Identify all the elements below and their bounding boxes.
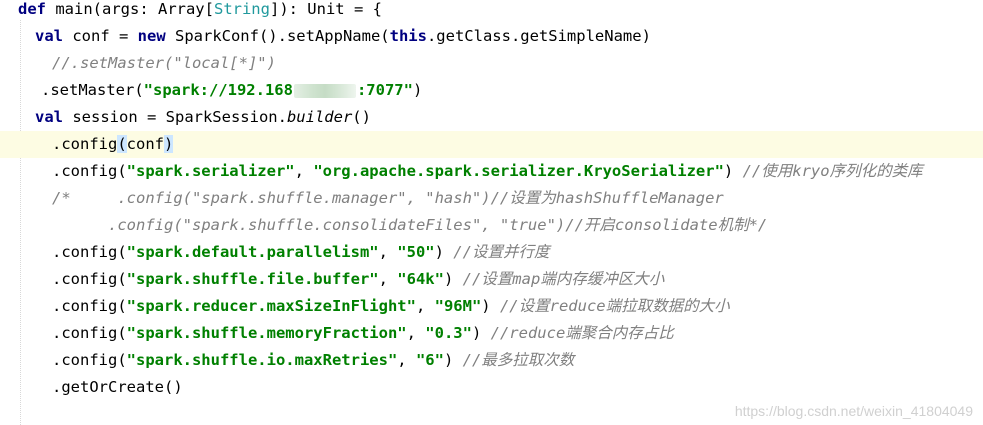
code-text: SparkConf().setAppName(: [165, 27, 390, 45]
val-keyword: val: [35, 27, 63, 45]
string-literal: :7077": [356, 81, 413, 99]
code-text: conf =: [63, 27, 138, 45]
code-text: ): [412, 81, 423, 99]
code-text: .config(: [52, 297, 127, 315]
signature-text: main(args: Array[: [46, 0, 214, 18]
config-value: "96M": [434, 297, 482, 315]
code-line-3[interactable]: //.setMaster("local[*]"): [0, 50, 983, 77]
config-key: "spark.shuffle.file.buffer": [126, 270, 379, 288]
watermark: https://blog.csdn.net/weixin_41804049: [734, 403, 973, 419]
code-line-12[interactable]: .config("spark.reducer.maxSizeInFlight",…: [0, 293, 983, 320]
config-value: "org.apache.spark.serializer.KryoSeriali…: [313, 162, 724, 180]
code-text: ): [443, 270, 463, 288]
code-text: session = SparkSession.: [63, 108, 287, 126]
code-line-1[interactable]: def main(args: Array[String]): Unit = {: [0, 0, 983, 23]
val-keyword: val: [35, 108, 63, 126]
line-comment: //reduce端聚合内存占比: [490, 324, 674, 342]
code-line-7[interactable]: .config("spark.serializer", "org.apache.…: [0, 158, 983, 185]
code-text: .config(: [52, 324, 127, 342]
matched-bracket-open: (: [117, 135, 127, 153]
code-line-4[interactable]: .setMaster("spark://192.168 :7077"): [0, 77, 983, 104]
line-comment: //最多拉取次数: [462, 351, 575, 369]
code-text: ): [443, 351, 463, 369]
code-text: .setMaster(: [41, 81, 144, 99]
code-text: ): [723, 162, 743, 180]
signature-rest: ]): Unit = {: [269, 0, 382, 18]
new-keyword: new: [137, 27, 166, 45]
config-value: "0.3": [425, 324, 472, 342]
code-text: (): [352, 108, 371, 126]
line-comment: //使用kryo序列化的类库: [742, 162, 923, 180]
line-comment: //设置map端内存缓冲区大小: [462, 270, 665, 288]
string-type: String: [213, 0, 270, 18]
code-editor[interactable]: def main(args: Array[String]): Unit = { …: [0, 0, 983, 425]
code-line-11[interactable]: .config("spark.shuffle.file.buffer", "64…: [0, 266, 983, 293]
block-comment: /* .config("spark.shuffle.manager", "has…: [52, 189, 724, 207]
code-text: .config(: [52, 243, 127, 261]
code-text: .config(: [52, 351, 127, 369]
config-key: "spark.shuffle.io.maxRetries": [126, 351, 398, 369]
code-line-9[interactable]: .config("spark.shuffle.consolidateFiles"…: [0, 212, 983, 239]
code-line-8[interactable]: /* .config("spark.shuffle.manager", "has…: [0, 185, 983, 212]
config-value: "64k": [397, 270, 444, 288]
code-text: .getClass.getSimpleName): [426, 27, 651, 45]
this-keyword: this: [389, 27, 427, 45]
redacted-ip-region: [293, 83, 356, 98]
builder-method: builder: [286, 108, 353, 126]
code-text: ): [434, 243, 454, 261]
line-comment: //设置reduce端拉取数据的大小: [499, 297, 730, 315]
config-value: "6": [415, 351, 444, 369]
def-keyword: def: [18, 0, 46, 18]
code-text: ,: [378, 270, 398, 288]
code-text: .config(: [52, 270, 127, 288]
code-line-2[interactable]: val conf = new SparkConf().setAppName(th…: [0, 23, 983, 50]
config-key: "spark.serializer": [126, 162, 295, 180]
config-key: "spark.default.parallelism": [126, 243, 379, 261]
config-key: "spark.shuffle.memoryFraction": [126, 324, 407, 342]
code-text: ,: [294, 162, 314, 180]
block-comment: .config("spark.shuffle.consolidateFiles"…: [108, 216, 768, 234]
code-text: conf: [126, 135, 164, 153]
string-literal: "spark://192.168: [143, 81, 293, 99]
code-text: ,: [397, 351, 416, 369]
config-value: "50": [397, 243, 435, 261]
code-line-10[interactable]: .config("spark.default.parallelism", "50…: [0, 239, 983, 266]
code-text: ,: [378, 243, 398, 261]
line-comment: //设置并行度: [453, 243, 550, 261]
config-key: "spark.reducer.maxSizeInFlight": [126, 297, 416, 315]
code-text: .config: [52, 135, 118, 153]
matched-bracket-close: ): [164, 135, 174, 153]
code-line-14[interactable]: .config("spark.shuffle.io.maxRetries", "…: [0, 347, 983, 374]
code-text: .config(: [52, 162, 127, 180]
code-text: ): [481, 297, 500, 315]
code-line-15[interactable]: .getOrCreate(): [0, 374, 983, 401]
code-text: ,: [406, 324, 426, 342]
code-text: .getOrCreate(): [52, 378, 183, 396]
code-line-13[interactable]: .config("spark.shuffle.memoryFraction", …: [0, 320, 983, 347]
code-text: ,: [415, 297, 435, 315]
code-line-6-current[interactable]: .config(conf): [0, 131, 983, 158]
line-comment: //.setMaster("local[*]"): [52, 54, 276, 72]
code-line-5[interactable]: val session = SparkSession.builder(): [0, 104, 983, 131]
code-text: ): [471, 324, 491, 342]
